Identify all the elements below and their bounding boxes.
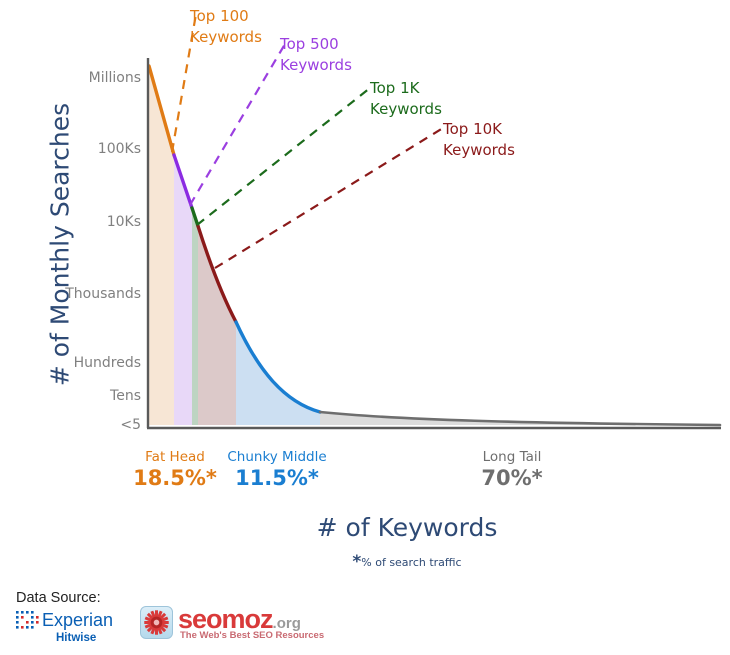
experian-dot-grid-icon: [16, 611, 39, 629]
segment-name-long-tail: Long Tail: [482, 449, 542, 465]
y-tick-100ks: 100Ks: [97, 141, 141, 157]
segment-percent-chunky-middle: 11.5%*: [235, 465, 319, 490]
seomoz-gear-icon: [144, 610, 169, 635]
leader-line-top-1k: [196, 87, 371, 226]
experian-name: Experian: [42, 610, 114, 630]
band-group: [149, 66, 720, 425]
annotation-top-1k: Top 1K Keywords: [370, 78, 442, 119]
annotation-top-1k-line2: Keywords: [370, 99, 442, 118]
segment-percent-fat-head: 18.5%*: [133, 465, 217, 490]
data-source-label: Data Source:: [16, 590, 101, 606]
annotation-top-100-line1: Top 100: [190, 7, 249, 25]
search-demand-curve-chart: # of Monthly Searches Millions 100Ks 10K…: [0, 0, 730, 655]
segment-label-fat-head: Fat Head 18.5%*: [120, 450, 230, 490]
annotation-top-500-line2: Keywords: [280, 55, 352, 74]
band-top-1k: [192, 208, 198, 425]
seomoz-badge: [140, 606, 173, 639]
segment-label-chunky-middle: Chunky Middle 11.5%*: [215, 450, 339, 490]
band-fat-head: [149, 66, 174, 425]
leader-line-top-500: [189, 43, 286, 206]
y-tick-tens: Tens: [110, 388, 141, 404]
seomoz-logo: seomoz.org The Web's Best SEO Resources: [140, 604, 324, 642]
annotation-top-10k: Top 10K Keywords: [443, 119, 515, 160]
footnote-text: % of search traffic: [361, 556, 462, 569]
footnote-asterisk: *: [352, 552, 362, 572]
y-tick-labels: Millions 100Ks 10Ks Thousands Hundreds T…: [0, 0, 141, 440]
credits-block: Data Source: Experian Hitwise seomoz.org…: [0, 588, 730, 655]
annotation-top-100: Top 100 Keywords: [190, 6, 262, 47]
annotation-top-500: Top 500 Keywords: [280, 34, 352, 75]
leader-line-top-10k: [214, 127, 444, 269]
y-tick-under-5: <5: [120, 417, 141, 433]
segment-percent-long-tail: 70%*: [481, 465, 543, 490]
experian-logo: Experian Hitwise: [14, 608, 134, 650]
x-axis-title: # of Keywords: [316, 513, 498, 542]
band-top-10k: [198, 226, 236, 425]
annotation-top-100-line2: Keywords: [190, 27, 262, 46]
annotation-top-10k-line2: Keywords: [443, 140, 515, 159]
y-tick-hundreds: Hundreds: [73, 355, 141, 371]
segment-name-fat-head: Fat Head: [145, 449, 205, 465]
segment-label-long-tail: Long Tail 70%*: [449, 450, 575, 490]
annotation-top-10k-line1: Top 10K: [443, 120, 503, 138]
y-tick-10ks: 10Ks: [106, 214, 141, 230]
y-tick-millions: Millions: [88, 70, 141, 86]
segment-name-chunky-middle: Chunky Middle: [227, 449, 327, 465]
footnote: *% of search traffic: [227, 552, 587, 572]
annotation-top-500-line1: Top 500: [280, 35, 339, 53]
y-tick-thousands: Thousands: [65, 286, 141, 302]
seomoz-tagline: The Web's Best SEO Resources: [180, 630, 325, 641]
band-chunky-middle: [236, 322, 320, 425]
annotation-top-1k-line1: Top 1K: [370, 79, 420, 97]
experian-subname: Hitwise: [56, 632, 97, 644]
